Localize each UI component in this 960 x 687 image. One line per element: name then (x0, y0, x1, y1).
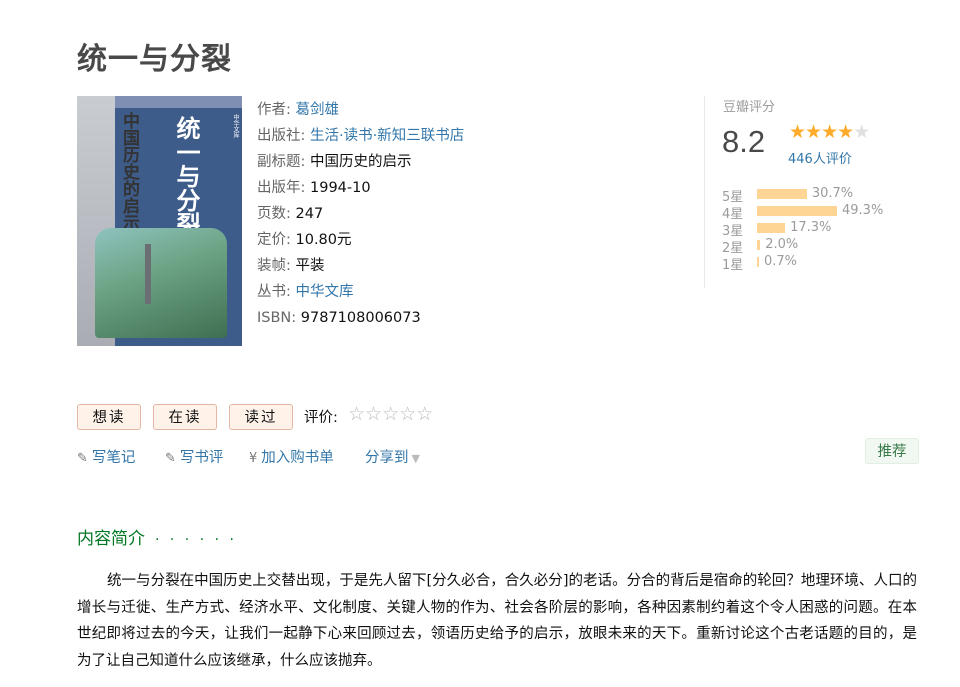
price-value: 10.80元 (295, 232, 352, 248)
have-read-button[interactable]: 读过 (229, 404, 293, 430)
star-filled-icon: ★ (837, 121, 854, 143)
rating-score: 8.2 (722, 124, 766, 159)
info-price: 定价: 10.80元 (257, 227, 464, 253)
binding-label: 装帧: (257, 258, 291, 274)
intro-heading-text: 内容简介 (77, 529, 145, 549)
rating-bar (757, 206, 837, 216)
info-series: 丛书: 中华文库 (257, 279, 464, 305)
publisher-link[interactable]: 生活·读书·新知三联书店 (310, 128, 464, 144)
cover-title-text: 统一与分裂 (172, 116, 201, 236)
book-info: 作者: 葛剑雄 出版社: 生活·读书·新知三联书店 副标题: 中国历史的启示 出… (257, 97, 464, 331)
star-filled-icon: ★ (789, 121, 806, 143)
year-value: 1994-10 (310, 180, 371, 196)
intro-heading: 内容简介 · · · · · · (77, 524, 237, 549)
cover-band (115, 96, 242, 108)
rating-stars: ★★★★★ (789, 121, 870, 143)
series-link[interactable]: 中华文库 (296, 284, 354, 300)
rating-bar (757, 257, 759, 267)
cover-series-mark: 中华文库 (232, 114, 239, 138)
info-year: 出版年: 1994-10 (257, 175, 464, 201)
rating-percent: 2.0% (765, 237, 799, 252)
info-publisher: 出版社: 生活·读书·新知三联书店 (257, 123, 464, 149)
rating-title: 豆瓣评分 (723, 100, 776, 115)
rating-percent: 0.7% (764, 254, 798, 269)
rate-label: 评价: (304, 410, 338, 426)
isbn-value: 9787108006073 (300, 310, 421, 326)
share-label: 分享到 (365, 450, 409, 466)
isbn-label: ISBN: (257, 310, 297, 326)
series-label: 丛书: (257, 284, 291, 300)
publisher-label: 出版社: (257, 128, 306, 144)
rate-stars-input[interactable]: ☆☆☆☆☆ (348, 403, 433, 425)
book-title: 统一与分裂 (77, 42, 232, 77)
rating-percent: 17.3% (790, 220, 832, 235)
rating-percent: 49.3% (842, 203, 884, 218)
yen-icon: ¥ (249, 451, 258, 466)
pages-value: 247 (295, 206, 324, 222)
write-review-link[interactable]: ✎ 写书评 (165, 446, 223, 467)
author-label: 作者: (257, 102, 291, 118)
cover-vertical-caption (145, 244, 151, 304)
subtitle-label: 副标题: (257, 154, 306, 170)
recommend-button[interactable]: 推荐 (865, 438, 919, 464)
intro-text: 统一与分裂在中国历史上交替出现，于是先人留下[分久必合，合久必分]的老话。分合的… (77, 573, 917, 669)
star-filled-icon: ★ (821, 121, 838, 143)
rating-bar (757, 189, 807, 199)
reading-button[interactable]: 在读 (153, 404, 217, 430)
rating-bar (757, 240, 761, 250)
rating-star-label: 1星 (722, 258, 744, 273)
info-author: 作者: 葛剑雄 (257, 97, 464, 123)
pages-label: 页数: (257, 206, 291, 222)
add-to-booklist-link[interactable]: ¥ 加入购书单 (249, 446, 334, 467)
rating-bar (757, 223, 786, 233)
cover-great-wall-illustration (95, 228, 227, 338)
info-pages: 页数: 247 (257, 201, 464, 227)
author-link[interactable]: 葛剑雄 (296, 102, 340, 118)
cover-subtitle-text: 中国历史的启示 (119, 112, 139, 231)
price-label: 定价: (257, 232, 291, 248)
rating-votes-link[interactable]: 446人评价 (788, 148, 852, 167)
write-review-label: 写书评 (179, 450, 224, 466)
book-cover-image[interactable]: 统一与分裂 中国历史的启示 中华文库 (77, 96, 242, 346)
add-to-booklist-label: 加入购书单 (261, 450, 334, 466)
info-isbn: ISBN: 9787108006073 (257, 305, 464, 331)
binding-value: 平装 (295, 258, 325, 274)
star-empty-icon: ★ (853, 121, 870, 143)
pencil-icon: ✎ (77, 451, 88, 466)
pencil-icon: ✎ (165, 451, 176, 466)
douban-rating-panel: 豆瓣评分 8.2 ★★★★★ 446人评价 5星 30.7% 4星 49.3% 3星 17… (704, 96, 945, 288)
rating-percent: 30.7% (811, 186, 854, 201)
star-filled-icon: ★ (805, 121, 822, 143)
share-dropdown[interactable]: 分享到 ▼ (365, 446, 420, 467)
subtitle-value: 中国历史的启示 (310, 154, 412, 170)
intro-heading-dots: · · · · · · (155, 532, 237, 548)
info-subtitle: 副标题: 中国历史的启示 (257, 149, 464, 175)
write-note-link[interactable]: ✎ 写笔记 (77, 446, 135, 467)
caret-down-icon: ▼ (411, 452, 420, 465)
want-to-read-button[interactable]: 想读 (77, 404, 141, 430)
info-binding: 装帧: 平装 (257, 253, 464, 279)
write-note-label: 写笔记 (91, 450, 136, 466)
year-label: 出版年: (257, 180, 306, 196)
